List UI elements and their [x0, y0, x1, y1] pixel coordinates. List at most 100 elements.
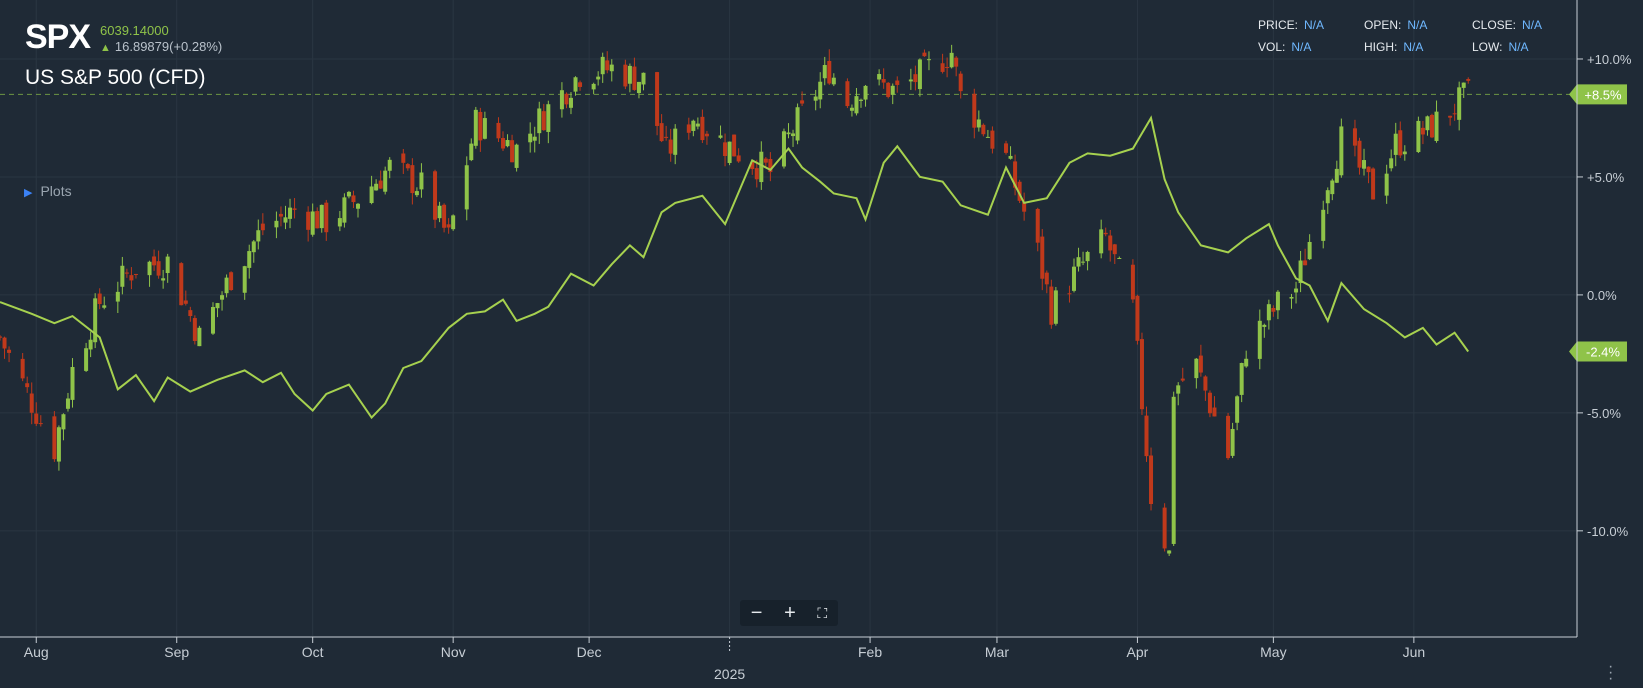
candle	[704, 133, 709, 137]
candle	[1321, 209, 1326, 241]
candle	[564, 93, 569, 105]
y-axis-ticks: +10.0% +5.0% 0.0% -5.0% -10.0%	[1577, 52, 1632, 539]
candle	[1067, 293, 1072, 295]
stat-price: PRICE: N/A	[1258, 18, 1325, 32]
candle	[288, 207, 293, 219]
stat-high: HIGH: N/A	[1364, 40, 1424, 54]
y-tick-label: -5.0%	[1587, 406, 1621, 421]
candle	[1402, 151, 1407, 155]
candle	[700, 116, 705, 141]
candle	[1330, 180, 1335, 195]
candle	[627, 65, 632, 84]
comparison-line	[0, 115, 1470, 420]
candle	[546, 104, 551, 132]
candle	[922, 52, 927, 57]
candle	[315, 211, 320, 229]
candle	[220, 295, 225, 300]
x-tick-label: Dec	[577, 644, 602, 660]
candle	[1384, 173, 1389, 196]
candle	[1425, 116, 1430, 131]
more-options-icon[interactable]: · · ·	[1608, 659, 1613, 687]
last-value-label: +8.5%	[1584, 87, 1622, 102]
candle	[1230, 428, 1235, 456]
candle	[1194, 358, 1199, 379]
candle	[632, 66, 637, 90]
candle	[192, 318, 197, 341]
candle	[20, 358, 25, 379]
candle	[383, 170, 388, 192]
y-tick-label: +10.0%	[1587, 52, 1632, 67]
zoom-controls: − + ⛶	[740, 600, 838, 626]
candle	[913, 74, 918, 83]
candle	[65, 398, 70, 409]
price-chart[interactable]: Aug Sep Oct Nov Dec 2025 Feb Mar Apr May Jun +10.0…	[0, 0, 1643, 688]
candle	[147, 261, 152, 276]
instrument-name: US S&P 500 (CFD)	[25, 66, 206, 89]
candle	[61, 414, 66, 430]
candle	[786, 132, 791, 135]
candle	[256, 230, 261, 242]
stat-close: CLOSE: N/A	[1472, 18, 1543, 32]
candle	[1307, 241, 1312, 260]
candle	[1099, 229, 1104, 254]
candle	[541, 111, 546, 131]
candle	[88, 339, 93, 350]
candle	[845, 81, 850, 107]
candle	[664, 136, 669, 138]
price-change: ▲ 16.89879(+0.28%)	[100, 39, 222, 54]
candle	[827, 60, 832, 84]
candle	[1352, 128, 1357, 146]
candle	[133, 273, 138, 275]
candle	[822, 65, 827, 79]
fullscreen-button[interactable]: ⛶	[817, 603, 827, 623]
candle	[600, 56, 605, 75]
zoom-in-button[interactable]: +	[784, 603, 796, 623]
candle	[1198, 355, 1203, 373]
candle	[559, 90, 564, 110]
candle	[1303, 260, 1308, 266]
candle	[940, 63, 945, 72]
candle	[890, 85, 895, 95]
candle	[949, 52, 954, 68]
candle	[926, 59, 931, 61]
candle	[532, 136, 537, 141]
year-label: 2025	[714, 666, 745, 682]
candle	[510, 140, 515, 163]
candle	[1207, 392, 1212, 414]
candle	[446, 224, 451, 228]
candle	[1049, 286, 1054, 325]
x-tick-label: Oct	[302, 644, 324, 660]
candle	[1325, 190, 1330, 204]
candle	[1420, 127, 1425, 135]
candle	[469, 143, 474, 161]
candle	[215, 303, 220, 309]
candle	[197, 327, 202, 347]
candle	[609, 64, 614, 72]
candle	[342, 197, 347, 223]
candle	[1167, 550, 1172, 554]
candle	[1457, 87, 1462, 120]
last-value-label: -2.4%	[1586, 345, 1620, 360]
candle	[528, 133, 533, 143]
zoom-out-button[interactable]: −	[751, 603, 763, 623]
candle	[283, 217, 288, 223]
candle	[505, 140, 510, 147]
candle	[1366, 166, 1371, 173]
candle	[464, 165, 469, 210]
candle	[1389, 158, 1394, 169]
candle	[1117, 257, 1122, 259]
x-tick-label: Apr	[1127, 644, 1149, 660]
candle	[247, 251, 252, 268]
x-tick-label: Nov	[441, 644, 466, 660]
candle	[97, 293, 102, 305]
candle	[605, 60, 610, 71]
candle	[895, 80, 900, 85]
candle	[1257, 320, 1262, 359]
candle	[537, 108, 542, 134]
candle	[1139, 339, 1144, 410]
candle	[451, 215, 456, 230]
plots-toggle[interactable]: ▶ Plots	[24, 183, 72, 199]
candle	[102, 305, 107, 308]
candle	[1239, 363, 1244, 395]
candle	[954, 57, 959, 67]
